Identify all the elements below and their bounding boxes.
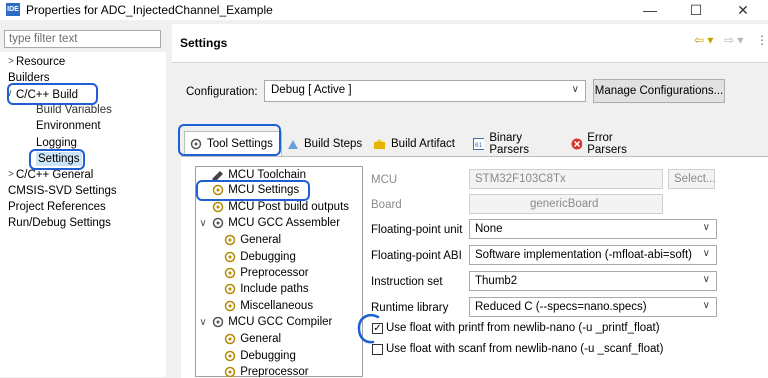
settings-header (172, 24, 768, 63)
collapse-twisty-icon[interactable]: ∨ (198, 218, 208, 229)
tree-item-cmsis-svd[interactable]: CMSIS-SVD Settings (8, 184, 117, 198)
build-artifact-icon (374, 138, 385, 149)
settings-gear-icon (224, 350, 236, 362)
settings-gear-icon (224, 234, 236, 246)
ide-app-icon: IDE (6, 3, 20, 16)
tree-item-builders[interactable]: Builders (8, 71, 50, 85)
mcu-label: MCU (371, 174, 398, 186)
toolchain-icon (212, 171, 223, 181)
configuration-select[interactable]: Debug [ Active ] ∨ (264, 80, 586, 102)
tree-item-environment[interactable]: Environment (36, 119, 101, 133)
mcu-field: STM32F103C8Tx (469, 169, 663, 189)
filter-input[interactable]: type filter text (4, 30, 161, 48)
tool-settings-icon (190, 138, 202, 150)
tree-item-mcu-toolchain[interactable]: MCU Toolchain (211, 169, 306, 181)
tab-bar: Tool Settings Build Steps Build Artifact… (181, 131, 768, 157)
view-menu-icon[interactable]: ⋮ (756, 33, 768, 47)
window-title: Properties for ADC_InjectedChannel_Examp… (26, 3, 273, 17)
settings-gear-icon (224, 283, 236, 295)
chevron-down-icon: ∨ (702, 248, 710, 259)
tree-item-mcu-post-build[interactable]: MCU Post build outputs (211, 201, 349, 213)
binary-parsers-icon: 01 (473, 137, 485, 150)
tab-label: Build Artifact (391, 137, 455, 150)
tree-item-debugging[interactable]: Debugging (223, 251, 296, 263)
settings-gear-icon (224, 366, 236, 377)
fabi-label: Floating-point ABI (371, 250, 462, 262)
configuration-value: Debug [ Active ] (271, 84, 352, 96)
settings-gear-icon (212, 201, 224, 213)
select-mcu-button: Select... (668, 169, 716, 189)
chevron-down-icon: ∨ (702, 300, 710, 311)
back-arrow-icon[interactable]: ⇦ ▾ (694, 33, 713, 47)
tab-tool-settings[interactable]: Tool Settings (184, 131, 282, 156)
expand-twisty-icon[interactable]: > (6, 169, 16, 180)
build-steps-icon (288, 139, 298, 149)
tab-build-steps[interactable]: Build Steps (282, 131, 368, 156)
error-parsers-icon (571, 138, 583, 149)
tab-binary-parsers[interactable]: 01 Binary Parsers (468, 131, 566, 156)
tree-item-general[interactable]: General (223, 333, 281, 345)
instruction-set-label: Instruction set (371, 276, 443, 288)
tree-item-preprocessor[interactable]: Preprocessor (223, 366, 309, 377)
svg-text:01: 01 (475, 142, 483, 149)
tab-label: Build Steps (304, 137, 363, 150)
tab-error-parsers[interactable]: Error Parsers (566, 131, 656, 156)
chevron-down-icon: ∨ (571, 84, 579, 95)
settings-gear-icon (212, 184, 224, 196)
close-button[interactable]: ✕ (720, 0, 766, 20)
tool-gear-icon (212, 316, 224, 328)
forward-arrow-icon[interactable]: ⇨ ▾ (724, 33, 743, 47)
tree-item-general[interactable]: General (223, 234, 281, 246)
instruction-set-select[interactable]: Thumb2 ∨ (469, 271, 717, 291)
tree-item-debugging[interactable]: Debugging (223, 350, 296, 362)
expand-twisty-icon[interactable]: > (6, 56, 16, 67)
page-title: Settings (180, 36, 228, 50)
tab-label: Error Parsers (587, 131, 627, 156)
tab-label: Tool Settings (207, 138, 273, 150)
tree-item-mcu-gcc-compiler[interactable]: MCU GCC Compiler (211, 316, 332, 328)
annotation-circle (357, 313, 380, 344)
properties-tree: > Resource Builders ∨ C/C++ Build Build … (0, 52, 166, 377)
board-field: genericBoard (469, 194, 663, 214)
maximize-button[interactable]: ☐ (673, 0, 719, 20)
chevron-down-icon: ∨ (702, 274, 710, 285)
tree-item-preprocessor[interactable]: Preprocessor (223, 267, 309, 279)
collapse-twisty-icon[interactable]: ∨ (198, 317, 208, 328)
tab-build-artifact[interactable]: Build Artifact (368, 131, 468, 156)
tree-item-resource[interactable]: Resource (16, 55, 65, 69)
board-label: Board (371, 199, 402, 211)
tree-item-cc-build[interactable]: C/C++ Build (16, 88, 78, 102)
printf-float-label: Use float with printf from newlib-nano (… (386, 322, 660, 334)
tree-item-logging[interactable]: Logging (36, 136, 77, 150)
tab-label: Binary Parsers (489, 131, 530, 156)
tool-tree-items: MCU Toolchain MCU Settings MCU Post buil… (195, 166, 363, 377)
fpu-label: Floating-point unit (371, 224, 463, 236)
chevron-down-icon: ∨ (702, 222, 710, 233)
configuration-label: Configuration: (186, 86, 258, 98)
tool-gear-icon (212, 217, 224, 229)
tree-item-cc-general[interactable]: C/C++ General (16, 168, 93, 182)
settings-gear-icon (224, 333, 236, 345)
tree-item-settings[interactable]: Settings (36, 152, 82, 166)
tree-item-mcu-settings[interactable]: MCU Settings (211, 184, 299, 196)
settings-gear-icon (224, 300, 236, 312)
minimize-button[interactable]: — (627, 0, 673, 20)
manage-configurations-button[interactable]: Manage Configurations... (593, 79, 725, 103)
tree-item-build-variables[interactable]: Build Variables (36, 103, 112, 117)
tree-item-miscellaneous[interactable]: Miscellaneous (223, 300, 313, 312)
tree-item-project-references[interactable]: Project References (8, 200, 106, 214)
fpu-select[interactable]: None ∨ (469, 219, 717, 239)
tree-item-run-debug[interactable]: Run/Debug Settings (8, 216, 111, 230)
scanf-float-label: Use float with scanf from newlib-nano (-… (386, 343, 664, 355)
tree-item-include-paths[interactable]: Include paths (223, 283, 309, 295)
collapse-twisty-icon[interactable]: ∨ (4, 88, 14, 99)
settings-gear-icon (224, 267, 236, 279)
settings-gear-icon (224, 251, 236, 263)
tree-item-mcu-gcc-assembler[interactable]: MCU GCC Assembler (211, 217, 340, 229)
fabi-select[interactable]: Software implementation (-mfloat-abi=sof… (469, 245, 717, 265)
runtime-library-select[interactable]: Reduced C (--specs=nano.specs) ∨ (469, 297, 717, 317)
